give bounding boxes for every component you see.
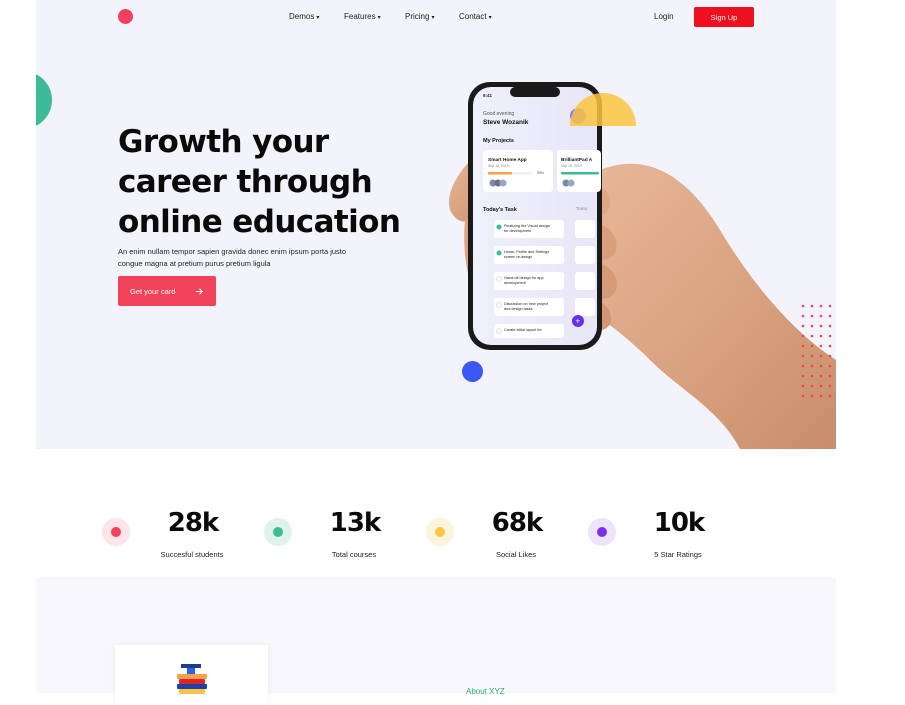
decorative-teal-circle (36, 71, 52, 129)
svg-text:Finalizing the Visual design: Finalizing the Visual design (504, 224, 550, 228)
stat-likes-label: Social Likes (495, 550, 537, 559)
svg-text:Tomo: Tomo (576, 206, 588, 211)
get-card-label: Get your card (130, 286, 176, 296)
svg-text:Hand-off design for app: Hand-off design for app (504, 276, 544, 280)
svg-text:for development: for development (504, 229, 532, 233)
svg-text:development: development (504, 281, 527, 285)
stat-courses-label: Total courses (331, 550, 377, 559)
arrow-right-icon (195, 287, 203, 295)
decorative-blue-dot (462, 361, 483, 382)
stat-students-icon (102, 518, 130, 546)
stat-ratings-label: 5 Star Ratings (654, 550, 702, 559)
nav-features[interactable]: Features ▾ (344, 12, 381, 21)
about-link[interactable]: About XYZ (466, 687, 505, 696)
nav-pricing[interactable]: Pricing ▾ (405, 12, 434, 21)
svg-text:Sep 15, 2019: Sep 15, 2019 (488, 164, 509, 168)
nav-pricing-label: Pricing (405, 12, 430, 21)
stat-courses-icon (264, 518, 292, 546)
hero-subtext: An enim nullam tempor sapien gravida don… (118, 247, 347, 268)
stat-ratings-value: 10k (653, 508, 705, 538)
about-card (115, 645, 268, 705)
nav-contact-label: Contact (459, 12, 487, 21)
get-card-button[interactable]: Get your card (118, 276, 216, 306)
stat-likes-dot (435, 527, 445, 537)
svg-text:+: + (576, 317, 581, 326)
decorative-dot-grid (801, 304, 832, 398)
svg-text:Home, Profile and Settings: Home, Profile and Settings (504, 250, 549, 254)
brand-logo[interactable] (118, 9, 133, 24)
caret-down-icon: ▾ (316, 15, 320, 21)
phone-projects-title: My Projects (483, 138, 514, 144)
phone-greeting: Good evening (483, 111, 514, 117)
stat-courses-value: 13k (329, 508, 381, 538)
svg-text:55%: 55% (537, 171, 544, 175)
svg-text:Sep 15, 2019: Sep 15, 2019 (561, 164, 582, 168)
stat-likes-icon (426, 518, 454, 546)
stat-likes-value: 68k (491, 508, 543, 538)
nav-features-label: Features (344, 12, 376, 21)
stat-ratings-icon (588, 518, 616, 546)
login-link[interactable]: Login (654, 12, 674, 21)
stat-students-dot (111, 527, 121, 537)
caret-down-icon: ▾ (377, 15, 381, 21)
phone-tasks-title: Today's Task (483, 207, 518, 213)
stat-ratings-dot (597, 527, 607, 537)
svg-text:Discussion on new project: Discussion on new project (504, 302, 549, 306)
svg-text:and design tasks: and design tasks (504, 307, 533, 311)
stat-courses-dot (273, 527, 283, 537)
caret-down-icon: ▾ (431, 15, 435, 21)
nav-contact[interactable]: Contact ▾ (459, 12, 492, 21)
nav-demos[interactable]: Demos ▾ (289, 12, 319, 21)
stat-students-label: Succesful students (160, 550, 224, 559)
stat-students-value: 28k (167, 508, 219, 538)
phone-time: 9:41 (483, 93, 493, 98)
nav-demos-label: Demos (289, 12, 315, 21)
svg-text:screen re-design: screen re-design (504, 255, 532, 259)
phone-project-1: Smart Home App (488, 157, 527, 163)
svg-text:Create initial layout for: Create initial layout for (504, 328, 543, 332)
hand-holding-phone-image: 9:41 Good evening Steve Wozanik My Proje… (449, 82, 836, 449)
hero-headline: Growth your career through online educat… (118, 124, 401, 240)
phone-user: Steve Wozanik (483, 119, 529, 126)
books-icon (177, 664, 207, 694)
phone-project-2: BrilliantPad A (561, 157, 593, 163)
signup-button[interactable]: Sign Up (694, 7, 754, 27)
caret-down-icon: ▾ (488, 15, 492, 21)
